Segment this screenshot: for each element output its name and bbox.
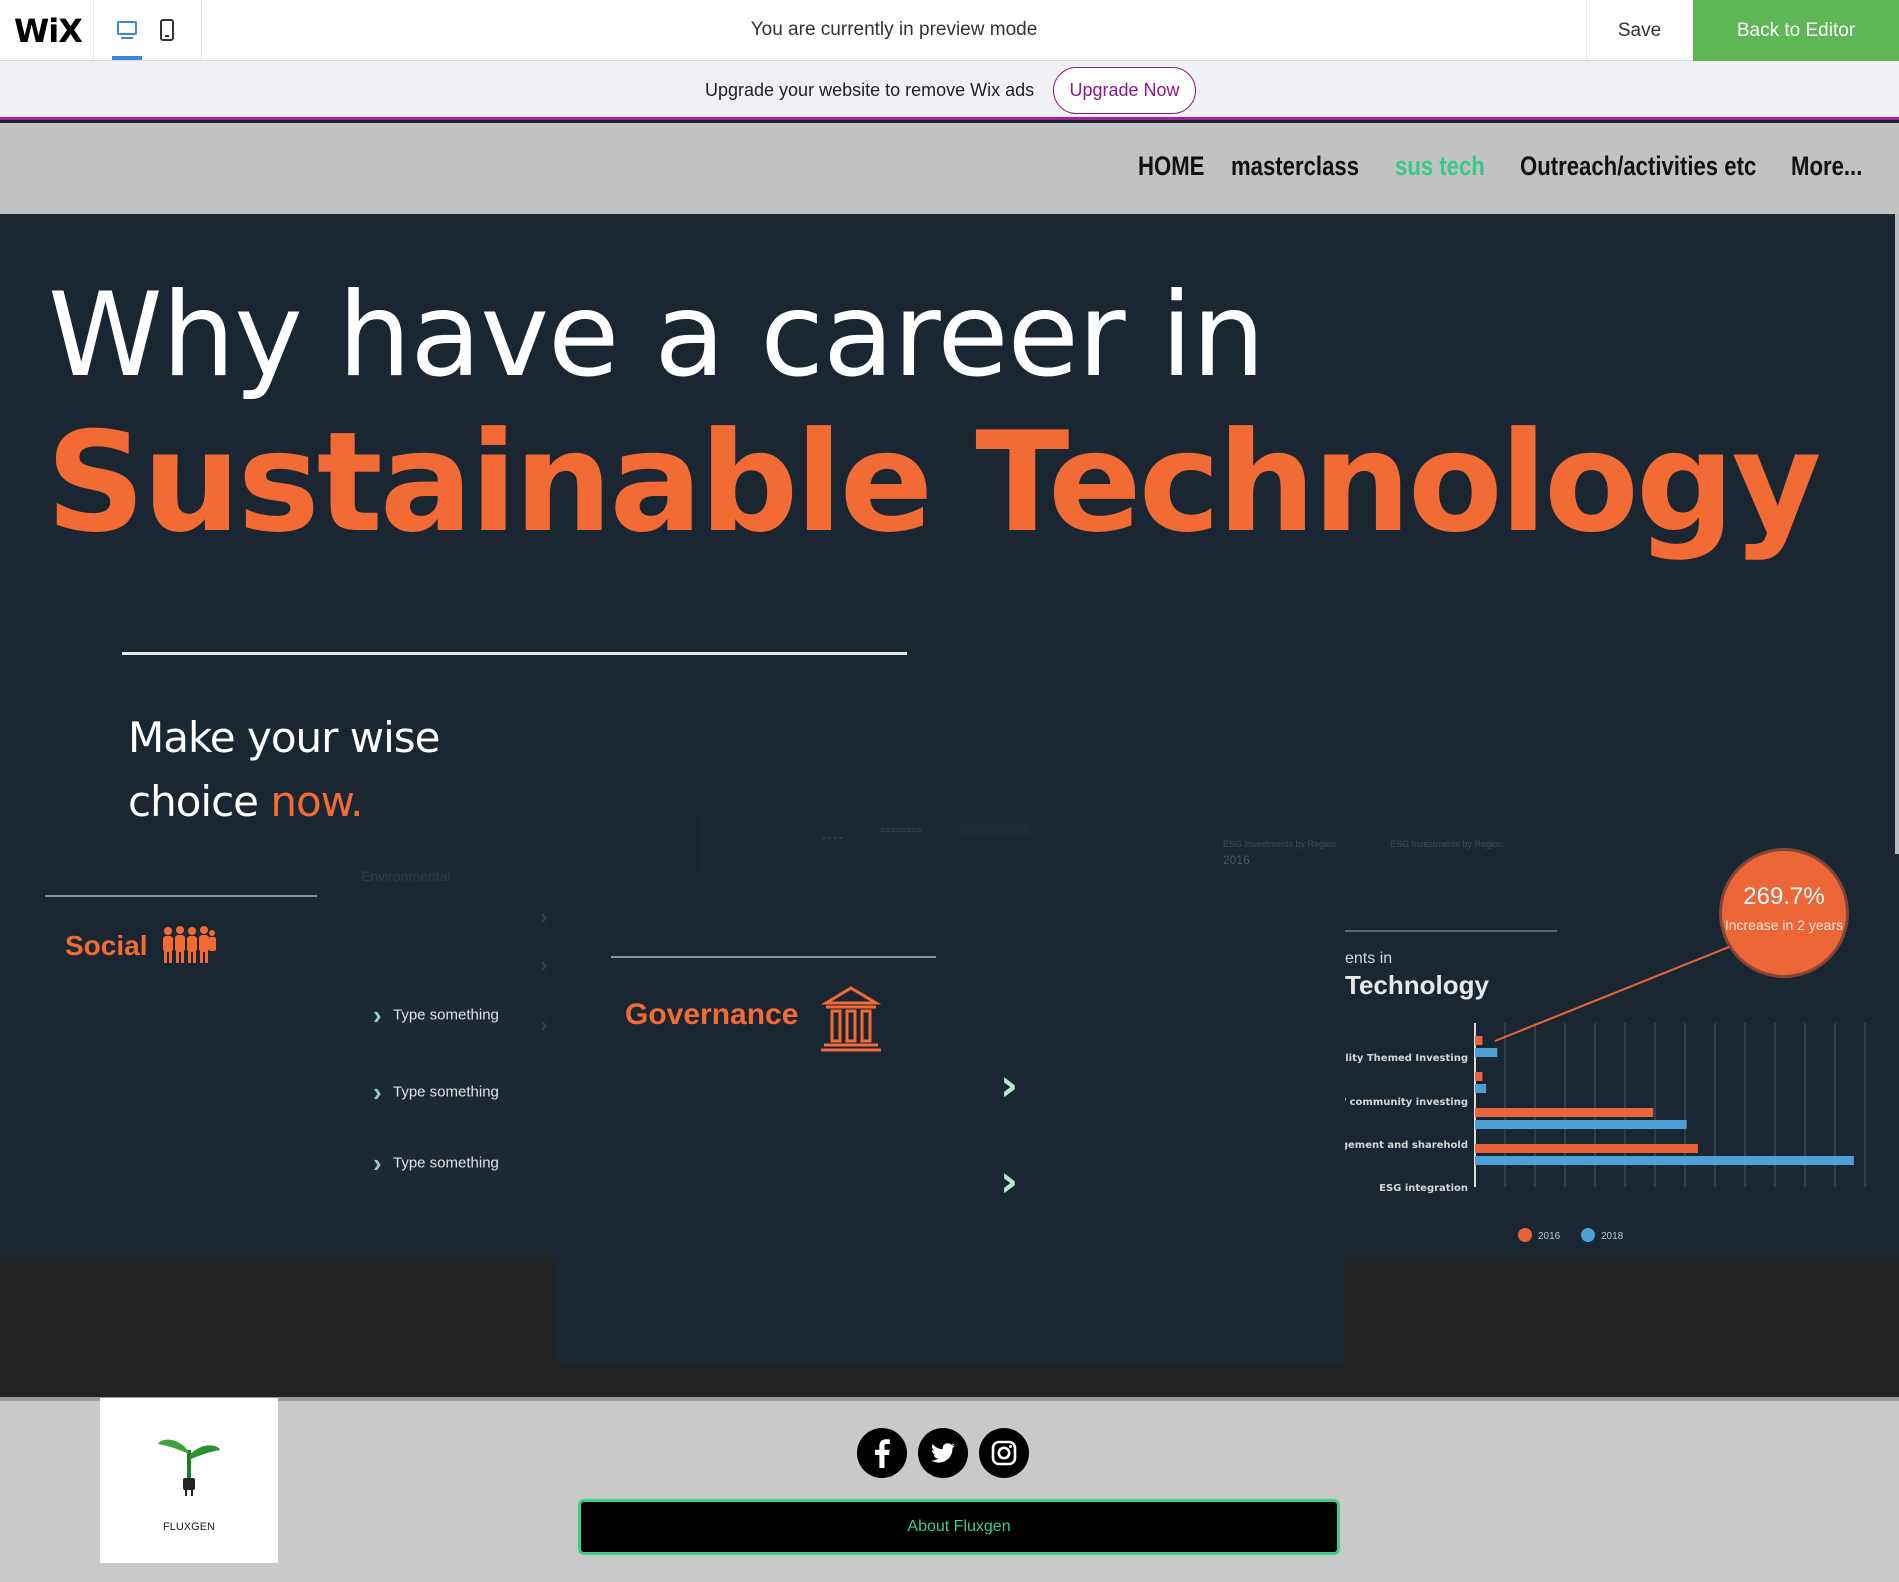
- faint-table-image: ▪ ▪ ▪ ▪ ≡≡≡≡≡≡≡≡ ░░░░░░░░░░░: [700, 815, 1090, 875]
- hero-subtitle-line2: choice now.: [128, 770, 440, 834]
- about-fluxgen-button[interactable]: About Fluxgen: [578, 1499, 1340, 1555]
- governance-divider: [611, 956, 936, 958]
- list-item: › Type something: [373, 1000, 499, 1031]
- hero-subtitle: Make your wise choice now.: [128, 706, 441, 834]
- list-item: › Type something: [373, 1077, 499, 1108]
- chevron-right-icon: ›: [373, 1148, 382, 1178]
- upgrade-banner: Upgrade your website to remove Wix ads U…: [0, 61, 1899, 120]
- list-item-label: Type something: [393, 1006, 499, 1024]
- nav-item-sus-tech[interactable]: sus tech: [1395, 151, 1485, 182]
- facebook-glyph: [875, 1439, 890, 1468]
- people-icon: [163, 926, 216, 963]
- callout-text: Increase in 2 years: [1724, 917, 1844, 933]
- chevron-right-icon: ›: [540, 905, 548, 929]
- chevron-right-icon: ›: [1000, 1156, 1019, 1207]
- active-indicator: [112, 56, 142, 60]
- wix-preview-bar: WiX You are currently in preview mode Sa…: [0, 0, 1899, 61]
- chart-bar-2016: [1475, 1144, 1698, 1153]
- hero-title-line1: Why have a career in: [48, 268, 1265, 403]
- faint-text: ▪ ▪ ▪ ▪: [822, 833, 843, 843]
- social-divider: [45, 895, 317, 897]
- environmental-label: Environmental: [361, 868, 451, 884]
- chevron-right-icon: ›: [373, 1077, 382, 1107]
- chart-bar-2018: [1475, 1048, 1498, 1057]
- page-scrollbar[interactable]: [1895, 214, 1899, 854]
- preview-mode-message: You are currently in preview mode: [750, 19, 1038, 40]
- back-to-editor-button[interactable]: Back to Editor: [1693, 0, 1899, 61]
- chart-bar-2018: [1475, 1084, 1487, 1093]
- environmental-panel: Environmental › › › › Type something › Typ…: [335, 850, 550, 1255]
- list-item: › Type something: [373, 1148, 499, 1179]
- chevron-right-icon: ›: [1000, 1060, 1019, 1111]
- chevron-right-icon: ›: [373, 1000, 382, 1030]
- site-footer: FLUXGEN About Fluxgen: [0, 1397, 1899, 1582]
- chevron-right-icon: ›: [540, 1013, 548, 1037]
- esg-header-year: 2016: [1223, 853, 1250, 867]
- facebook-icon[interactable]: [857, 1428, 907, 1478]
- bank-icon: [820, 986, 882, 1052]
- chart-bar-2018: [1475, 1156, 1854, 1165]
- hero-title-line2: Sustainable Technology: [46, 402, 1822, 563]
- governance-panel: Governance › ›: [555, 873, 1345, 1363]
- growth-callout-badge: 269.7% Increase in 2 years: [1722, 851, 1846, 975]
- twitter-glyph: [931, 1443, 955, 1463]
- nav-item-more[interactable]: More...: [1791, 151, 1862, 182]
- social-panel: Social: [0, 850, 335, 1255]
- list-item-label: Type something: [393, 1154, 499, 1172]
- instagram-glyph: [991, 1440, 1017, 1466]
- hero-subtitle-line1: Make your wise: [128, 713, 441, 762]
- nav-item-masterclass[interactable]: masterclass: [1231, 151, 1359, 182]
- chart-bar-2018: [1475, 1120, 1687, 1129]
- faint-text: ░░░░░░░░░░░: [960, 825, 1031, 835]
- instagram-icon[interactable]: [979, 1428, 1029, 1478]
- faint-text: ≡≡≡≡≡≡≡≡: [880, 825, 923, 835]
- subtitle-accent: now.: [270, 777, 363, 826]
- legend-label: 2018: [1601, 1231, 1624, 1242]
- callout-value: 269.7%: [1743, 883, 1825, 910]
- hero-divider: [122, 652, 907, 655]
- legend-marker-2018: [1581, 1228, 1595, 1242]
- governance-label: Governance: [625, 998, 799, 1031]
- save-button[interactable]: Save: [1586, 0, 1693, 61]
- callout-leader-line: [1494, 946, 1730, 1042]
- chart-bar-2016: [1475, 1036, 1483, 1045]
- fluxgen-logo-text: FLUXGEN: [163, 1521, 215, 1533]
- twitter-icon[interactable]: [918, 1428, 968, 1478]
- chart-bar-2016: [1475, 1108, 1654, 1117]
- chart-bar-2016: [1475, 1072, 1483, 1081]
- subtitle-text: choice: [128, 777, 271, 826]
- chevron-right-icon: ›: [540, 953, 548, 977]
- social-label: Social: [65, 930, 148, 961]
- list-item-label: Type something: [393, 1083, 499, 1101]
- upgrade-now-button[interactable]: Upgrade Now: [1053, 67, 1196, 114]
- upgrade-message: Upgrade your website to remove Wix ads: [705, 80, 1035, 100]
- site-header: HOME masterclass sus tech Outreach/activ…: [0, 123, 1899, 214]
- fluxgen-logo[interactable]: FLUXGEN: [100, 1398, 278, 1563]
- nav-item-outreach[interactable]: Outreach/activities etc: [1520, 151, 1756, 182]
- plant-plug-icon: [158, 1439, 220, 1496]
- nav-item-home[interactable]: HOME: [1138, 151, 1204, 182]
- legend-label: 2016: [1538, 1231, 1561, 1242]
- legend-marker-2016: [1518, 1228, 1532, 1242]
- esg-header-title: ESG Investments by Region: [1223, 839, 1337, 849]
- esg-header-title: ESG Investments by Region: [1390, 839, 1504, 849]
